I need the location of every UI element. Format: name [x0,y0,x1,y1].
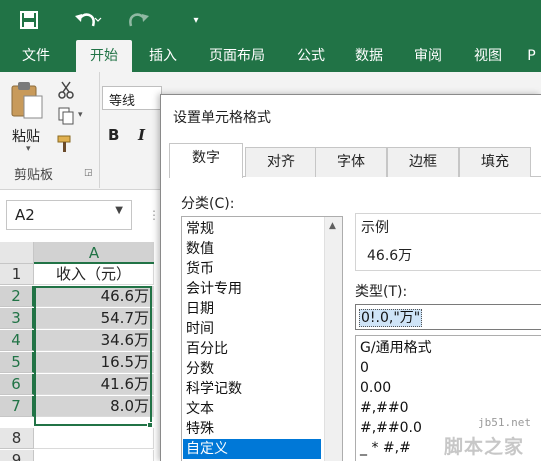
quick-access-toolbar: ▾ [0,0,541,40]
row-header[interactable]: 4 [0,330,34,351]
tab-page-layout[interactable]: 页面布局 [196,40,278,72]
paste-dropdown-icon[interactable]: ▾ [26,144,31,154]
type-input[interactable]: 0!.0,"万" [355,304,541,330]
redo-icon[interactable] [124,6,160,34]
tab-border[interactable]: 边框 [387,147,459,177]
save-icon[interactable] [14,6,44,34]
name-box-value: A2 [15,206,35,224]
type-label: 类型(T): [355,284,408,300]
cell-a1[interactable]: 收入（元） [34,264,154,285]
type-list-item[interactable]: _ * #,# [360,438,411,458]
category-item[interactable]: 常规 [186,219,214,239]
tab-font[interactable]: 字体 [315,147,387,177]
row-header[interactable]: 9 [0,450,34,461]
row-header[interactable]: 2 [0,286,34,307]
ribbon-tabs: 文件 开始 插入 页面布局 公式 数据 审阅 视图 P [0,40,541,72]
format-painter-icon[interactable] [56,134,76,154]
category-item[interactable]: 分数 [186,359,214,379]
type-list-item[interactable]: 0 [360,358,369,378]
tab-review[interactable]: 审阅 [402,40,454,72]
category-item[interactable]: 会计专用 [186,279,242,299]
row-header[interactable]: 8 [0,428,34,449]
category-item[interactable]: 科学记数 [186,379,242,399]
copy-icon[interactable] [56,106,76,126]
cell-a5[interactable]: 16.5万 [34,352,154,373]
tab-insert[interactable]: 插入 [136,40,190,72]
category-item[interactable]: 时间 [186,319,214,339]
watermark-text: 脚本之家 [444,436,525,458]
select-all-corner[interactable] [0,242,34,264]
name-box[interactable]: A2 ▼ [6,200,132,230]
category-item[interactable]: 百分比 [186,339,228,359]
name-box-dropdown-icon[interactable]: ▼ [115,205,123,216]
column-header-a[interactable]: A [34,242,154,264]
copy-dropdown-icon[interactable]: ▾ [78,110,83,120]
paste-label: 粘贴 [12,129,40,145]
category-item[interactable]: 日期 [186,299,214,319]
type-input-value: 0!.0,"万" [359,309,423,327]
clipboard-group-label: 剪贴板 [14,168,54,183]
cell-a4[interactable]: 34.6万 [34,330,154,351]
type-list-item[interactable]: #,##0.0 [360,418,422,438]
type-list-item[interactable]: 0.00 [360,378,391,398]
splitter-handle[interactable]: ⋮ [148,208,160,222]
cut-icon[interactable] [56,80,76,100]
type-list-item[interactable]: G/通用格式 [360,338,432,358]
fill-handle[interactable] [147,422,153,428]
sample-value: 46.6万 [367,248,413,264]
type-list-item[interactable]: #,##0 [360,398,409,418]
tab-more[interactable]: P [522,40,541,72]
watermark-url: jb51.net [478,416,531,429]
scroll-up-icon[interactable]: ▲ [329,221,336,231]
category-item[interactable]: 货币 [186,259,214,279]
customize-toolbar-icon[interactable]: ▾ [186,6,206,34]
clipboard-launcher-icon[interactable]: ◲ [84,168,93,178]
row-header[interactable]: 3 [0,308,34,329]
cell-a3[interactable]: 54.7万 [34,308,154,329]
tab-formulas[interactable]: 公式 [286,40,336,72]
sample-label: 示例 [361,220,389,236]
tab-file[interactable]: 文件 [8,40,64,72]
category-item[interactable]: 文本 [186,399,214,419]
clipboard-group: 粘贴 ▾ ▾ 剪贴板 ◲ [0,72,100,188]
cell-a8[interactable] [34,428,154,449]
cell-a9[interactable] [34,450,154,461]
undo-icon[interactable] [70,6,106,34]
tab-number[interactable]: 数字 [169,143,243,178]
bold-button[interactable]: B [108,126,119,144]
italic-button[interactable]: I [138,126,145,144]
tab-alignment[interactable]: 对齐 [245,147,317,177]
row-header[interactable]: 6 [0,374,34,395]
tab-fill[interactable]: 填充 [459,147,531,177]
font-name-box[interactable]: 等线 [102,86,162,110]
cell-a7[interactable]: 8.0万 [34,396,154,417]
category-item-selected[interactable]: 自定义 [183,439,321,459]
category-item[interactable]: 特殊 [186,419,214,439]
tab-view[interactable]: 视图 [462,40,514,72]
format-cells-dialog: 设置单元格格式 数字 对齐 字体 边框 填充 分类(C): 常规 数值 货币 会… [160,94,541,461]
dialog-title: 设置单元格格式 [173,110,271,126]
dialog-tabs: 数字 对齐 字体 边框 填充 [169,143,541,178]
row-header[interactable]: 5 [0,352,34,373]
worksheet-grid: A 1 2 3 4 5 6 7 8 9 收入（元） 46.6万 54.7万 34… [0,242,160,461]
paste-button[interactable]: 粘贴 ▾ [6,78,54,156]
category-label: 分类(C): [181,196,235,212]
cell-a2[interactable]: 46.6万 [34,286,154,307]
tab-data[interactable]: 数据 [344,40,394,72]
category-item[interactable]: 数值 [186,239,214,259]
paste-icon [11,82,43,119]
category-list[interactable]: 常规 数值 货币 会计专用 日期 时间 百分比 分数 科学记数 文本 特殊 自定… [181,216,343,461]
row-header[interactable]: 1 [0,264,34,285]
cell-a6[interactable]: 41.6万 [34,374,154,395]
tab-home[interactable]: 开始 [76,40,132,72]
row-header[interactable]: 7 [0,396,34,417]
category-scrollbar[interactable]: ▲ [324,217,342,461]
